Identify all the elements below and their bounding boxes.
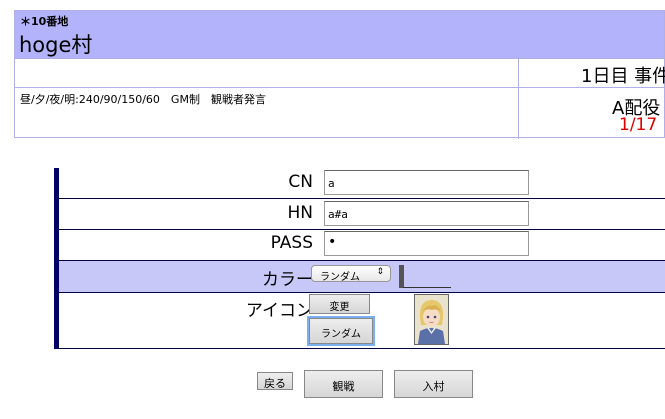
watch-button[interactable]: 観戦: [304, 370, 383, 398]
hn-label: HN: [287, 203, 314, 223]
avatar: [414, 294, 449, 345]
player-count: 1/17: [619, 115, 658, 135]
entry-form: CN a HN a#a PASS • カラー ランダム ⇕ アイコン 変更 ラン…: [54, 168, 665, 349]
icon-random-button[interactable]: ランダム: [309, 318, 373, 344]
character-portrait-icon: [415, 295, 448, 344]
join-button[interactable]: 入村: [394, 370, 473, 398]
hn-row: HN a#a: [59, 199, 665, 230]
color-swatch-line: [403, 287, 451, 288]
day-status: 1日目 事件: [581, 66, 665, 87]
select-arrows-icon: ⇕: [376, 267, 384, 277]
color-row: カラー ランダム ⇕: [59, 261, 665, 293]
cn-input[interactable]: a: [324, 170, 529, 195]
color-select-value: ランダム: [320, 272, 360, 283]
color-select[interactable]: ランダム ⇕: [311, 265, 391, 283]
pass-row: PASS •: [59, 230, 665, 261]
color-label: カラー: [262, 270, 313, 290]
icon-change-button[interactable]: 変更: [309, 294, 370, 314]
village-title-bar: ＊10番地 hoge村: [15, 11, 664, 58]
pass-label: PASS: [270, 233, 313, 253]
village-id: ＊10番地: [20, 15, 69, 28]
village-title: hoge村: [19, 33, 93, 57]
village-rules: 昼/夕/夜/明:240/90/150/60 GM制 観戦者発言: [20, 93, 266, 106]
cn-row: CN a: [59, 168, 665, 199]
cn-label: CN: [288, 172, 313, 192]
icon-row: アイコン 変更 ランダム: [59, 293, 665, 349]
back-button[interactable]: 戻る: [257, 372, 293, 390]
hn-input[interactable]: a#a: [324, 201, 529, 226]
village-header: ＊10番地 hoge村 昼/夕/夜/明:240/90/150/60 GM制 観戦…: [14, 10, 665, 139]
color-swatch: [399, 265, 404, 288]
icon-label: アイコン: [245, 301, 313, 321]
pass-input[interactable]: •: [324, 231, 529, 256]
